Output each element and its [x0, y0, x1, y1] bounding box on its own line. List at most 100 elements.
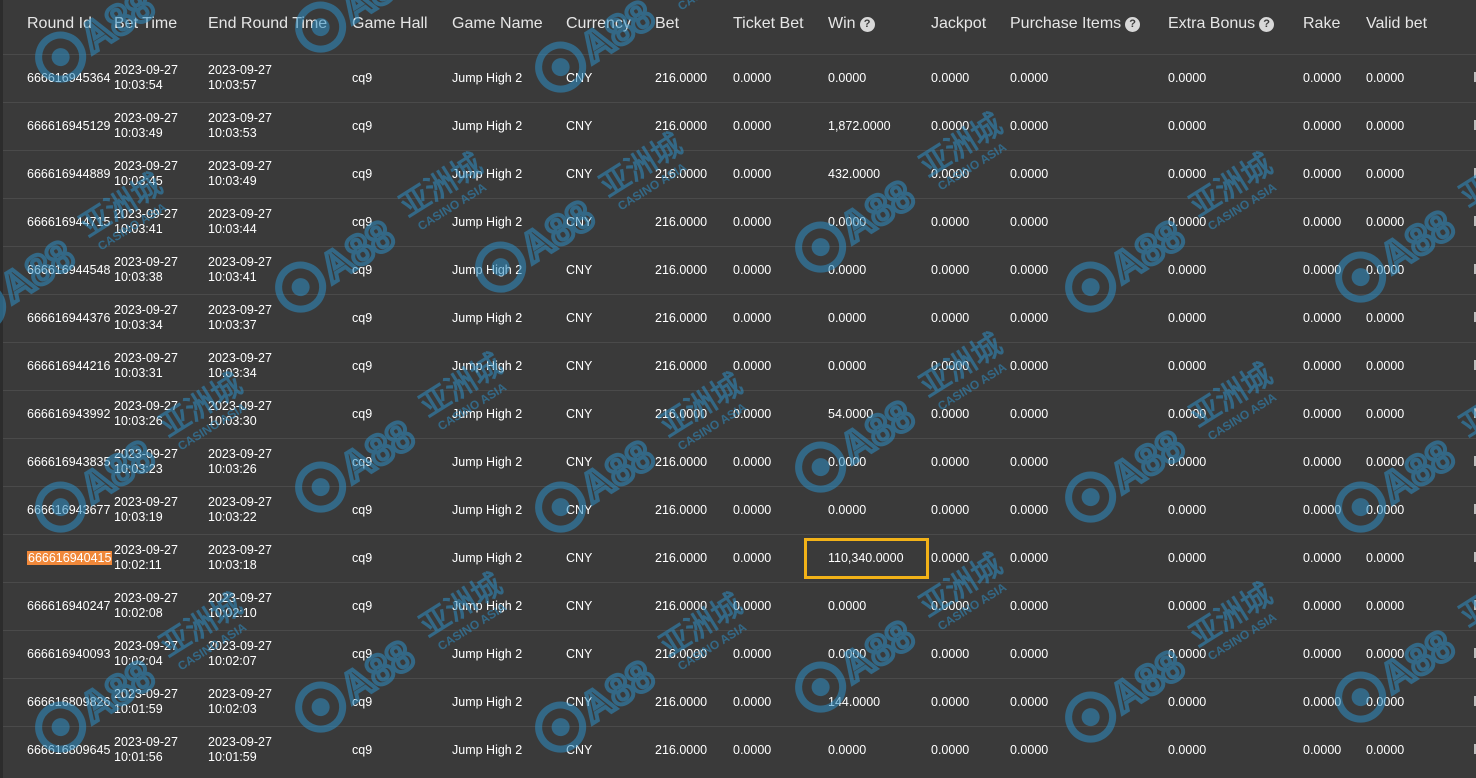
help-icon[interactable]: ? [1125, 17, 1141, 32]
round-id-cell[interactable]: 666616944548 [3, 246, 114, 294]
bet-date: 2023-09-27 [114, 447, 178, 461]
bet-cell-value: 216.0000 [655, 406, 708, 421]
end-date: 2023-09-27 [208, 591, 272, 605]
rake-cell: 0.0000 [1303, 630, 1366, 678]
round-id-cell[interactable]: 666616945129 [3, 102, 114, 150]
column-header-round-id[interactable]: Round Id [3, 0, 114, 54]
purchase-items-cell: 0.0000 [1010, 726, 1168, 774]
bet-cell-value: 216.0000 [655, 358, 708, 373]
column-header-win[interactable]: Win? [828, 0, 931, 54]
rake-cell-value: 0.0000 [1303, 214, 1342, 229]
end-clock: 10:03:26 [208, 462, 257, 476]
column-header-ticket-bet[interactable]: Ticket Bet [733, 0, 828, 54]
column-header-game-name[interactable]: Game Name [452, 0, 566, 54]
table-row[interactable]: 666616940415 2023-09-27 10:02:11 2023-09-27… [3, 534, 1476, 582]
column-header-jackpot[interactable]: Jackpot [931, 0, 1010, 54]
end-round-time-cell: 2023-09-27 10:03:37 [208, 294, 352, 342]
win-cell: 0.0000 [828, 438, 931, 486]
table-row[interactable]: 666616944216 2023-09-27 10:03:31 2023-09-27… [3, 342, 1476, 390]
table-row[interactable]: 666616945129 2023-09-27 10:03:49 2023-09-27… [3, 102, 1476, 150]
table-row[interactable]: 666616944376 2023-09-27 10:03:34 2023-09-27… [3, 294, 1476, 342]
table-row[interactable]: 666616943835 2023-09-27 10:03:23 2023-09-27… [3, 438, 1476, 486]
bet-time-cell: 2023-09-27 10:03:54 [114, 54, 208, 102]
game-hall-cell-value: cq9 [352, 454, 373, 469]
game-name-cell-value: Jump High 2 [452, 358, 523, 373]
round-id-cell[interactable]: 666616940093 [3, 630, 114, 678]
round-id-cell[interactable]: 666616944216 [3, 342, 114, 390]
column-header-currency[interactable]: Currency [566, 0, 655, 54]
end-date: 2023-09-27 [208, 111, 272, 125]
ticket-bet-cell: 0.0000 [733, 198, 828, 246]
help-icon[interactable]: ? [1259, 17, 1275, 32]
table-row[interactable]: 666616943992 2023-09-27 10:03:26 2023-09-27… [3, 390, 1476, 438]
round-id-cell[interactable]: 666616809645 [3, 726, 114, 774]
extra-bonus-cell-value: 0.0000 [1168, 166, 1207, 181]
extra-bonus-cell: 0.0000 [1168, 198, 1303, 246]
end-round-time-cell: 2023-09-27 10:03:30 [208, 390, 352, 438]
column-header-bet-time[interactable]: Bet Time [114, 0, 208, 54]
column-header-label: Jackpot [931, 15, 987, 32]
bet-cell: 216.0000 [655, 102, 733, 150]
extra-bonus-cell: 0.0000 [1168, 534, 1303, 582]
table-row[interactable]: 666616940247 2023-09-27 10:02:08 2023-09-27… [3, 582, 1476, 630]
round-id-cell[interactable]: 666616809826 [3, 678, 114, 726]
purchase-items-cell-value: 0.0000 [1010, 310, 1049, 325]
round-id-cell[interactable]: 666616940415 [3, 534, 114, 582]
column-header-bet[interactable]: Bet [655, 0, 733, 54]
round-id-cell[interactable]: 666616944376 [3, 294, 114, 342]
end-clock: 10:03:57 [208, 78, 257, 92]
round-id-cell[interactable]: 666616943677 [3, 486, 114, 534]
round-id-cell[interactable]: 666616940247 [3, 582, 114, 630]
jackpot-cell-value: 0.0000 [931, 118, 970, 133]
column-header-extra-bonus[interactable]: Extra Bonus? [1168, 0, 1303, 54]
table-row[interactable]: 666616809826 2023-09-27 10:01:59 2023-09-27… [3, 678, 1476, 726]
round-id-cell[interactable]: 666616945364 [3, 54, 114, 102]
round-id-cell[interactable]: 666616943992 [3, 390, 114, 438]
jackpot-cell: 0.0000 [931, 486, 1010, 534]
jackpot-cell: 0.0000 [931, 54, 1010, 102]
bet-cell: 216.0000 [655, 54, 733, 102]
table-row[interactable]: 666616809645 2023-09-27 10:01:56 2023-09-27… [3, 726, 1476, 774]
game-hall-cell-value: cq9 [352, 70, 373, 85]
game-hall-cell-value: cq9 [352, 358, 373, 373]
win-cell: 0.0000 [828, 54, 931, 102]
end-date: 2023-09-27 [208, 399, 272, 413]
table-row[interactable]: 666616945364 2023-09-27 10:03:54 2023-09-27… [3, 54, 1476, 102]
round-id-cell[interactable]: 666616943835 [3, 438, 114, 486]
jackpot-cell-value: 0.0000 [931, 550, 970, 565]
purchase-items-cell: 0.0000 [1010, 198, 1168, 246]
column-header-label: Round Id [27, 15, 92, 32]
end-clock: 10:03:53 [208, 126, 257, 140]
end-date: 2023-09-27 [208, 543, 272, 557]
ticket-bet-cell-value: 0.0000 [733, 502, 772, 517]
table-row[interactable]: 666616944548 2023-09-27 10:03:38 2023-09-27… [3, 246, 1476, 294]
table-row[interactable]: 666616944715 2023-09-27 10:03:41 2023-09-27… [3, 198, 1476, 246]
round-id-cell-value: 666616940093 [27, 646, 111, 661]
ticket-bet-cell: 0.0000 [733, 678, 828, 726]
table-row[interactable]: 666616940093 2023-09-27 10:02:04 2023-09-27… [3, 630, 1476, 678]
currency-cell-value: CNY [566, 598, 593, 613]
help-icon[interactable]: ? [859, 17, 875, 32]
valid-bet-cell: 0.0000 [1366, 246, 1476, 294]
column-header-purchase-items[interactable]: Purchase Items? [1010, 0, 1168, 54]
round-id-cell[interactable]: 666616944715 [3, 198, 114, 246]
game-hall-cell-value: cq9 [352, 406, 373, 421]
game-name-cell: Jump High 2 [452, 678, 566, 726]
end-date: 2023-09-27 [208, 447, 272, 461]
table-row[interactable]: 666616944889 2023-09-27 10:03:45 2023-09-27… [3, 150, 1476, 198]
purchase-items-cell-value: 0.0000 [1010, 358, 1049, 373]
round-id-cell[interactable]: 666616944889 [3, 150, 114, 198]
end-clock: 10:03:37 [208, 318, 257, 332]
jackpot-cell: 0.0000 [931, 102, 1010, 150]
column-header-rake[interactable]: Rake [1303, 0, 1366, 54]
column-header-end-round-time[interactable]: End Round Time [208, 0, 352, 54]
ticket-bet-cell: 0.0000 [733, 102, 828, 150]
bet-cell: 216.0000 [655, 438, 733, 486]
end-clock: 10:03:44 [208, 222, 257, 236]
column-header-valid-bet[interactable]: Valid bet [1366, 0, 1476, 54]
game-name-cell-value: Jump High 2 [452, 742, 523, 757]
column-header-game-hall[interactable]: Game Hall [352, 0, 452, 54]
table-row[interactable]: 666616943677 2023-09-27 10:03:19 2023-09-27… [3, 486, 1476, 534]
rake-cell: 0.0000 [1303, 438, 1366, 486]
game-name-cell: Jump High 2 [452, 438, 566, 486]
